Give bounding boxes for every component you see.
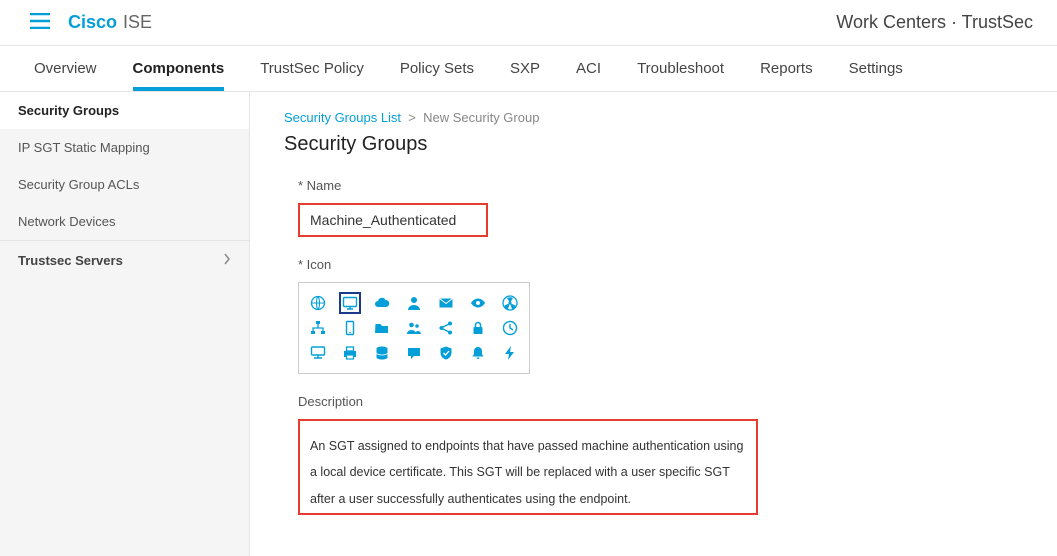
header-left: Cisco ISE [30, 12, 152, 33]
name-label: * Name [298, 178, 1023, 193]
form-row-icon: * Icon [298, 257, 1023, 374]
chat-icon[interactable] [403, 342, 425, 364]
brand[interactable]: Cisco ISE [68, 12, 152, 33]
lock-icon[interactable] [467, 317, 489, 339]
share-icon[interactable] [435, 317, 457, 339]
tab-policy-sets[interactable]: Policy Sets [400, 60, 474, 91]
shield-icon[interactable] [435, 342, 457, 364]
tab-overview[interactable]: Overview [34, 60, 97, 91]
radiation-icon[interactable] [499, 292, 521, 314]
sidebar-item-ip-sgt-static-mapping[interactable]: IP SGT Static Mapping [0, 129, 249, 166]
folder-icon[interactable] [371, 317, 393, 339]
description-input[interactable] [298, 419, 758, 515]
content: Security Groups List > New Security Grou… [250, 92, 1057, 556]
brand-main: Cisco [68, 12, 117, 33]
tab-settings[interactable]: Settings [849, 60, 903, 91]
page-title: Security Groups [284, 133, 1023, 156]
users-icon[interactable] [403, 317, 425, 339]
description-label: Description [298, 394, 1023, 409]
breadcrumb: Security Groups List > New Security Grou… [284, 110, 1023, 125]
mail-icon[interactable] [435, 292, 457, 314]
sitemap-icon[interactable] [307, 317, 329, 339]
tab-components[interactable]: Components [133, 60, 225, 91]
tab-nav: Overview Components TrustSec Policy Poli… [0, 46, 1057, 92]
clock-icon[interactable] [499, 317, 521, 339]
name-input[interactable] [298, 203, 488, 237]
printer-icon[interactable] [339, 342, 361, 364]
tab-troubleshoot[interactable]: Troubleshoot [637, 60, 724, 91]
person-icon[interactable] [403, 292, 425, 314]
sidebar-section-trustsec-servers[interactable]: Trustsec Servers [0, 240, 249, 280]
eye-icon[interactable] [467, 292, 489, 314]
monitor-icon[interactable] [339, 292, 361, 314]
chevron-right-icon [223, 253, 231, 268]
tab-trustsec-policy[interactable]: TrustSec Policy [260, 60, 364, 91]
app-header: Cisco ISE Work Centers · TrustSec [0, 0, 1057, 46]
tab-reports[interactable]: Reports [760, 60, 813, 91]
tab-sxp[interactable]: SXP [510, 60, 540, 91]
icon-label: * Icon [298, 257, 1023, 272]
icon-row-3 [307, 342, 521, 364]
bolt-icon[interactable] [499, 342, 521, 364]
sidebar-item-network-devices[interactable]: Network Devices [0, 203, 249, 240]
header-path: Work Centers · TrustSec [836, 12, 1033, 33]
cloud-icon[interactable] [371, 292, 393, 314]
mobile-icon[interactable] [339, 317, 361, 339]
tab-aci[interactable]: ACI [576, 60, 601, 91]
icon-row-2 [307, 317, 521, 339]
sidebar-section-label: Trustsec Servers [18, 253, 123, 268]
layout: Security Groups IP SGT Static Mapping Se… [0, 92, 1057, 556]
bell-icon[interactable] [467, 342, 489, 364]
breadcrumb-parent-link[interactable]: Security Groups List [284, 110, 401, 125]
breadcrumb-separator: > [405, 110, 423, 125]
brand-sub: ISE [123, 12, 152, 33]
sidebar-item-security-groups[interactable]: Security Groups [0, 92, 249, 129]
form-row-name: * Name [298, 178, 1023, 237]
sidebar-item-security-group-acls[interactable]: Security Group ACLs [0, 166, 249, 203]
database-icon[interactable] [371, 342, 393, 364]
sidebar: Security Groups IP SGT Static Mapping Se… [0, 92, 250, 556]
globe-icon[interactable] [307, 292, 329, 314]
breadcrumb-current: New Security Group [423, 110, 539, 125]
icon-row-1 [307, 292, 521, 314]
hamburger-icon[interactable] [30, 13, 50, 32]
icon-picker [298, 282, 530, 374]
form-row-description: Description [298, 394, 1023, 518]
computer-icon[interactable] [307, 342, 329, 364]
